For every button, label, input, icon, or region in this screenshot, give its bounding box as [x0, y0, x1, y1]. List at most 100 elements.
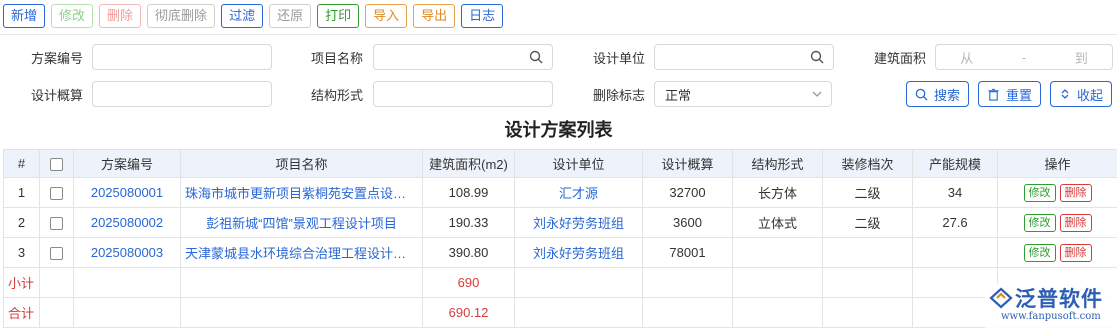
project-name-input[interactable]	[373, 44, 553, 70]
design-unit-link[interactable]: 刘永好劳务班组	[514, 237, 643, 268]
table-header-row: # 方案编号 项目名称 建筑面积(m2) 设计单位 设计概算 结构形式 装修档次…	[3, 149, 1117, 178]
decor-cell: 二级	[822, 207, 913, 238]
capacity-cell: 27.6	[912, 207, 998, 238]
col-header-design-unit[interactable]: 设计单位	[514, 149, 643, 178]
search-icon[interactable]	[529, 50, 543, 64]
actions-cell: 修改 删除	[997, 207, 1117, 238]
row-edit-button[interactable]: 修改	[1023, 243, 1056, 262]
total-label: 合计	[3, 297, 40, 328]
area-cell: 108.99	[422, 177, 515, 208]
subtotal-label: 小计	[3, 267, 40, 298]
col-header-decor[interactable]: 装修档次	[822, 149, 913, 178]
row-edit-button[interactable]: 修改	[1023, 183, 1056, 202]
scheme-no-link[interactable]: 2025080002	[73, 207, 181, 238]
col-header-capacity[interactable]: 产能规模	[912, 149, 998, 178]
row-checkbox[interactable]	[50, 217, 63, 231]
area-to-placeholder: 到	[1074, 50, 1088, 66]
page-title: 设计方案列表	[504, 120, 613, 140]
col-header-estimate[interactable]: 设计概算	[642, 149, 733, 178]
total-area: 690.12	[422, 297, 515, 328]
scheme-no-link[interactable]: 2025080001	[73, 177, 181, 208]
edit-button[interactable]: 修改	[51, 4, 94, 28]
structure-cell: 立体式	[732, 207, 823, 238]
area-label: 建筑面积	[874, 51, 927, 66]
project-name-link[interactable]: 天津蒙城县水环境综合治理工程设计项目	[180, 237, 423, 268]
row-delete-button[interactable]: 删除	[1059, 213, 1092, 232]
add-button[interactable]: 新增	[3, 4, 46, 28]
search-button-label: 搜索	[934, 87, 961, 103]
trash-icon	[988, 88, 999, 101]
estimate-label: 设计概算	[31, 88, 84, 103]
area-range-separator: -	[1021, 49, 1027, 65]
project-name-label: 项目名称	[311, 51, 364, 66]
filter-button[interactable]: 过滤	[221, 4, 264, 28]
export-button[interactable]: 导出	[413, 4, 456, 28]
import-button[interactable]: 导入	[365, 4, 408, 28]
structure-label: 结构形式	[311, 88, 364, 103]
actions-cell: 修改 删除	[997, 237, 1117, 268]
delete-button[interactable]: 删除	[99, 4, 142, 28]
col-header-actions: 操作	[997, 149, 1117, 178]
capacity-cell	[912, 237, 998, 268]
row-checkbox[interactable]	[50, 247, 63, 261]
col-header-select[interactable]	[39, 149, 74, 178]
area-range-input[interactable]: 从 - 到	[935, 44, 1113, 70]
estimate-cell: 3600	[642, 207, 733, 238]
capacity-cell: 34	[912, 177, 998, 208]
delete-flag-label: 删除标志	[593, 88, 646, 103]
search-icon	[915, 88, 928, 101]
estimate-input[interactable]	[92, 81, 272, 107]
structure-cell: 长方体	[732, 177, 823, 208]
reset-button[interactable]: 重置	[978, 81, 1042, 107]
table-row[interactable]: 1 2025080001 珠海市城市更新项目紫桐苑安置点设计项目 108.99 …	[3, 177, 1117, 208]
scheme-table: # 方案编号 项目名称 建筑面积(m2) 设计单位 设计概算 结构形式 装修档次…	[3, 149, 1117, 328]
chevron-down-icon	[812, 91, 822, 97]
subtotal-row: 小计 690	[3, 267, 1117, 298]
toolbar-divider	[0, 34, 1117, 35]
area-cell: 390.80	[422, 237, 515, 268]
reset-button-label: 重置	[1006, 87, 1033, 103]
toolbar: 新增 修改 删除 彻底删除 过滤 还原 打印 导入 导出 日志	[3, 4, 504, 30]
scheme-no-input[interactable]	[92, 44, 272, 70]
project-name-link[interactable]: 珠海市城市更新项目紫桐苑安置点设计项目	[180, 177, 423, 208]
col-header-scheme-no[interactable]: 方案编号	[73, 149, 181, 178]
col-header-project-name[interactable]: 项目名称	[180, 149, 423, 178]
logo-url: www.fanpusoft.com	[1001, 311, 1101, 322]
design-unit-link[interactable]: 汇才源	[514, 177, 643, 208]
search-button[interactable]: 搜索	[906, 81, 970, 107]
row-delete-button[interactable]: 删除	[1059, 183, 1092, 202]
col-header-structure[interactable]: 结构形式	[732, 149, 823, 178]
delete-flag-value: 正常	[665, 87, 692, 103]
purge-button[interactable]: 彻底删除	[147, 4, 216, 28]
row-checkbox[interactable]	[50, 187, 63, 201]
restore-button[interactable]: 还原	[269, 4, 312, 28]
delete-flag-select[interactable]: 正常	[654, 81, 832, 107]
structure-cell	[732, 237, 823, 268]
design-unit-link[interactable]: 刘永好劳务班组	[514, 207, 643, 238]
logo-mark-icon	[989, 287, 1013, 309]
project-name-link[interactable]: 彭祖新城“四馆”景观工程设计项目	[180, 207, 423, 238]
col-header-area[interactable]: 建筑面积(m2)	[422, 149, 515, 178]
scheme-no-link[interactable]: 2025080003	[73, 237, 181, 268]
row-edit-button[interactable]: 修改	[1023, 213, 1056, 232]
collapse-button-label: 收起	[1077, 87, 1104, 103]
row-index: 3	[3, 237, 40, 268]
log-button[interactable]: 日志	[461, 4, 504, 28]
print-button[interactable]: 打印	[317, 4, 360, 28]
estimate-cell: 32700	[642, 177, 733, 208]
structure-input[interactable]	[373, 81, 553, 107]
row-index: 2	[3, 207, 40, 238]
logo-name: 泛普软件	[1015, 287, 1103, 311]
area-from-placeholder: 从	[960, 50, 974, 66]
decor-cell	[822, 237, 913, 268]
subtotal-area: 690	[422, 267, 515, 298]
table-row[interactable]: 2 2025080002 彭祖新城“四馆”景观工程设计项目 190.33 刘永好…	[3, 207, 1117, 238]
scheme-no-label: 方案编号	[31, 51, 84, 66]
collapse-button[interactable]: 收起	[1050, 81, 1113, 107]
search-icon[interactable]	[810, 50, 824, 64]
estimate-cell: 78001	[642, 237, 733, 268]
design-unit-input[interactable]	[654, 44, 834, 70]
table-row[interactable]: 3 2025080003 天津蒙城县水环境综合治理工程设计项目 390.80 刘…	[3, 237, 1117, 268]
row-delete-button[interactable]: 删除	[1059, 243, 1092, 262]
select-all-checkbox[interactable]	[50, 158, 63, 172]
